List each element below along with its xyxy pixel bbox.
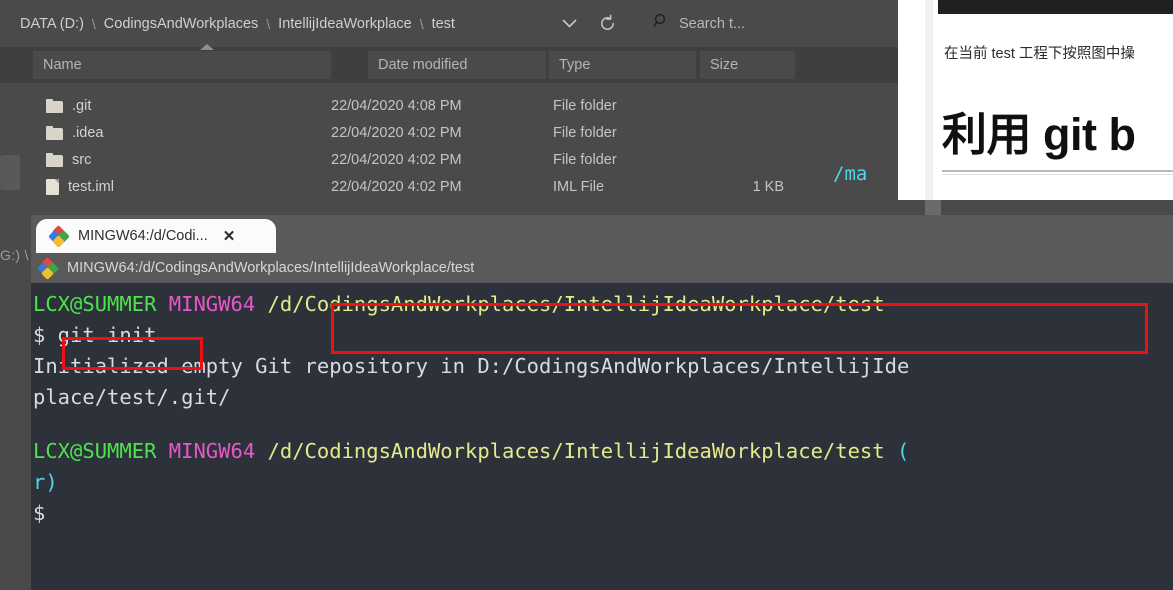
file-date-cell: 22/04/2020 4:02 PM [331, 151, 462, 168]
document-divider [942, 170, 1173, 172]
file-type-cell: File folder [553, 151, 617, 168]
terminal-segment: r) [33, 470, 58, 494]
column-header-type[interactable]: Type [549, 51, 696, 79]
terminal-segment: $ [33, 501, 46, 525]
column-header-name[interactable]: Name [33, 51, 331, 79]
file-date-cell: 22/04/2020 4:08 PM [331, 97, 462, 114]
terminal-segment: LCX@SUMMER [33, 292, 157, 316]
sort-ascending-icon [200, 44, 214, 50]
stray-text-fragment: /ma [833, 163, 868, 185]
file-date-cell: 22/04/2020 4:02 PM [331, 124, 462, 141]
git-bash-terminal-window: MINGW64:/d/Codi... ✕ MINGW64:/d/CodingsA… [31, 215, 1173, 590]
folder-icon [46, 125, 63, 140]
terminal-segment [885, 439, 897, 463]
breadcrumb-item-3[interactable]: test [426, 13, 461, 35]
search-icon [653, 13, 670, 35]
terminal-segment: MINGW64 [168, 439, 256, 463]
git-bash-icon [48, 224, 70, 248]
explorer-address-bar[interactable]: DATA (D:) \ CodingsAndWorkplaces \ Intel… [0, 0, 898, 47]
terminal-title-bar: MINGW64:/d/CodingsAndWorkplaces/Intellij… [31, 253, 1173, 283]
terminal-segment: place/test/.git/ [33, 385, 231, 409]
column-header-date-modified[interactable]: Date modified [368, 51, 546, 79]
close-icon[interactable]: ✕ [223, 227, 236, 245]
breadcrumb-separator: \ [419, 15, 424, 32]
document-top-bar [938, 0, 1173, 14]
file-type-cell: File folder [553, 124, 617, 141]
folder-icon [46, 152, 63, 167]
breadcrumb-item-0[interactable]: DATA (D:) [14, 13, 90, 35]
terminal-line: place/test/.git/ [33, 382, 230, 413]
column-header-size[interactable]: Size [700, 51, 795, 79]
terminal-segment: MINGW64 [168, 292, 256, 316]
terminal-line: LCX@SUMMER MINGW64 /d/CodingsAndWorkplac… [33, 436, 909, 467]
file-date-cell: 22/04/2020 4:02 PM [331, 178, 462, 195]
document-paragraph: 在当前 test 工程下按照图中操 [944, 46, 1135, 62]
file-type-cell: IML File [553, 178, 605, 195]
file-size-cell: 1 KB [752, 178, 784, 195]
terminal-tab-label: MINGW64:/d/Codi... [78, 228, 208, 244]
terminal-line: $ [33, 498, 45, 529]
breadcrumb-separator: \ [266, 15, 271, 32]
file-name-label: .git [72, 97, 92, 114]
stray-breadcrumb-fragment: G:) \ [0, 247, 29, 263]
terminal-segment [255, 292, 267, 316]
file-name-label: test.iml [68, 178, 114, 195]
table-row[interactable]: .git 22/04/2020 4:08 PM File folder [0, 92, 898, 119]
git-bash-icon [37, 256, 59, 280]
table-row[interactable]: test.iml 22/04/2020 4:02 PM IML File 1 K… [0, 173, 898, 200]
terminal-tab-strip: MINGW64:/d/Codi... ✕ [31, 215, 1173, 253]
background-window-fragment [0, 155, 20, 190]
table-row[interactable]: .idea 22/04/2020 4:02 PM File folder [0, 119, 898, 146]
file-name-cell[interactable]: test.iml [46, 178, 114, 195]
annotation-box-path [331, 303, 1148, 354]
file-name-cell[interactable]: src [46, 152, 91, 168]
file-name-label: src [72, 151, 92, 168]
breadcrumb-item-2[interactable]: IntellijIdeaWorkplace [272, 13, 418, 35]
annotation-box-command [62, 337, 203, 370]
file-name-cell[interactable]: .idea [46, 125, 103, 141]
chevron-down-icon[interactable] [559, 13, 581, 35]
terminal-title-text: MINGW64:/d/CodingsAndWorkplaces/Intellij… [67, 260, 475, 276]
file-type-cell: File folder [553, 97, 617, 114]
explorer-left-edge [0, 295, 31, 590]
terminal-segment: /d/CodingsAndWorkplaces/IntellijIdeaWork… [267, 439, 885, 463]
terminal-segment: LCX@SUMMER [33, 439, 157, 463]
search-input[interactable]: Search t... [679, 16, 745, 32]
file-name-label: .idea [72, 124, 104, 141]
breadcrumb[interactable]: DATA (D:) \ CodingsAndWorkplaces \ Intel… [0, 13, 461, 35]
breadcrumb-item-1[interactable]: CodingsAndWorkplaces [98, 13, 264, 35]
breadcrumb-separator: \ [91, 15, 96, 32]
panel-gap-inner [898, 0, 925, 200]
folder-icon [46, 98, 63, 113]
document-divider-shadow [942, 174, 1173, 175]
terminal-tab[interactable]: MINGW64:/d/Codi... ✕ [36, 219, 276, 253]
terminal-segment [156, 439, 168, 463]
file-icon [46, 178, 59, 195]
file-name-cell[interactable]: .git [46, 98, 91, 114]
refresh-icon[interactable] [597, 13, 619, 35]
terminal-segment [156, 292, 168, 316]
document-heading: 利用 git b [942, 109, 1136, 160]
terminal-segment [255, 439, 267, 463]
terminal-line: r) [33, 467, 58, 498]
terminal-segment: ( [896, 439, 910, 463]
table-row[interactable]: src 22/04/2020 4:02 PM File folder [0, 146, 898, 173]
search-box[interactable]: Search t... [653, 13, 745, 35]
column-header-row: Name Date modified Type Size [0, 47, 898, 83]
